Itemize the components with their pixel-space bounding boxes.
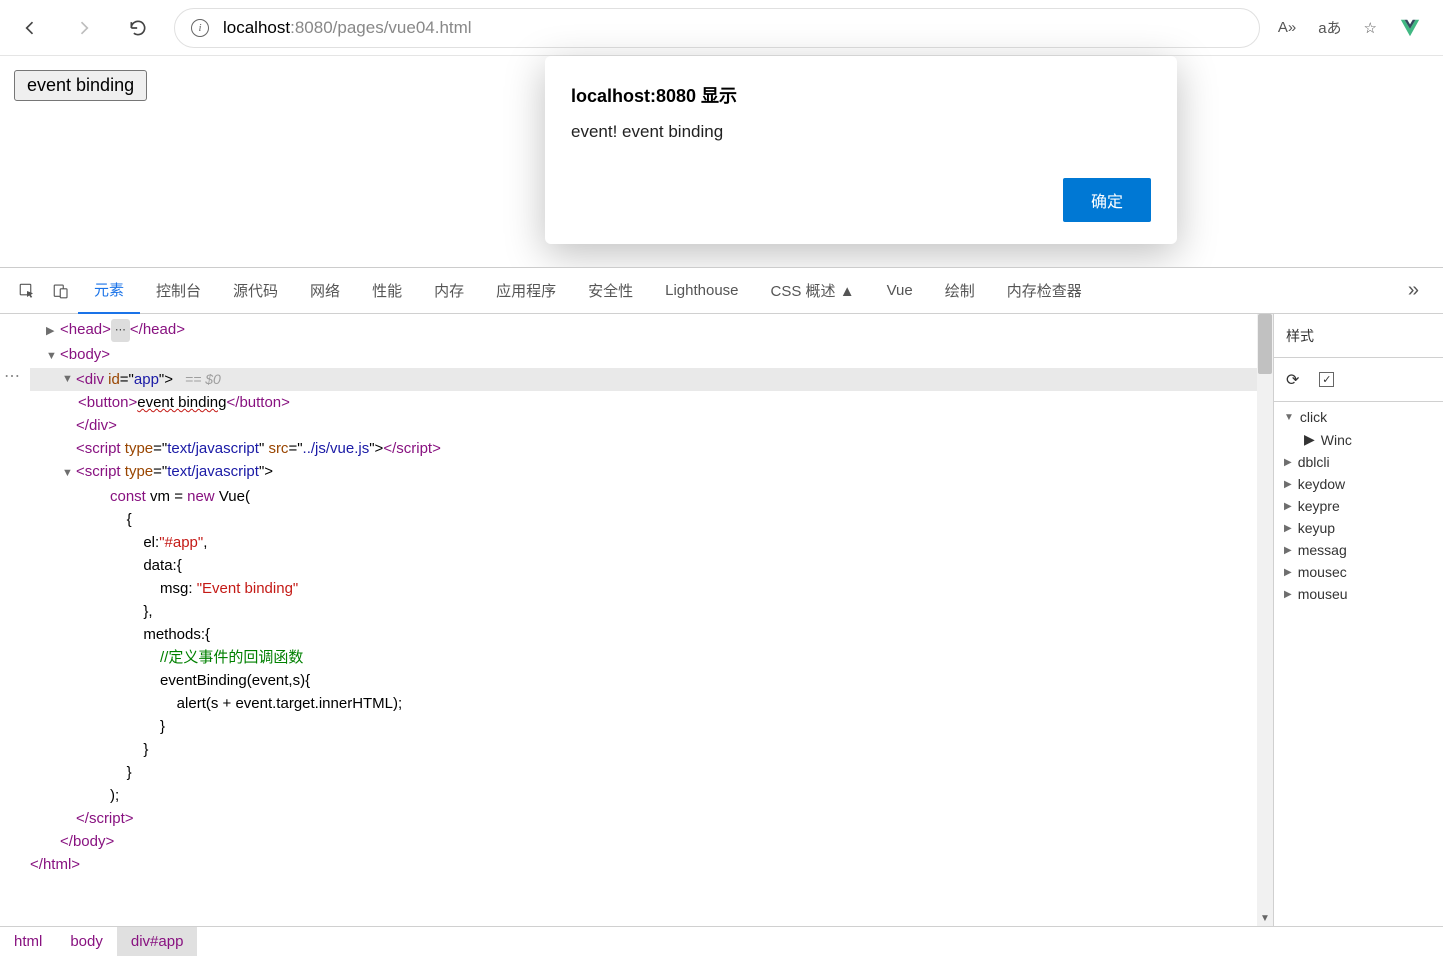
crumb-div-app[interactable]: div#app [117,927,198,956]
url-text: localhost:8080/pages/vue04.html [223,18,472,38]
back-button[interactable] [12,10,48,46]
tab-elements[interactable]: 元素 [78,268,140,314]
tab-sources[interactable]: 源代码 [217,268,294,314]
tab-lighthouse[interactable]: Lighthouse [649,268,754,314]
event-item[interactable]: ▶keyup [1274,517,1443,539]
inspect-element-icon[interactable] [10,268,44,314]
tab-network[interactable]: 网络 [294,268,356,314]
forward-button[interactable] [66,10,102,46]
favorites-icon[interactable]: ☆ [1364,19,1377,37]
tab-application[interactable]: 应用程序 [480,268,572,314]
translate-icon[interactable]: aあ [1318,17,1341,38]
event-item[interactable]: ▶messag [1274,539,1443,561]
tab-console[interactable]: 控制台 [140,268,217,314]
site-info-icon[interactable]: i [191,19,209,37]
browser-toolbar: i localhost:8080/pages/vue04.html A» aあ … [0,0,1443,56]
dom-breadcrumb: html body div#app [0,926,1443,956]
dialog-ok-button[interactable]: 确定 [1063,178,1151,222]
device-toolbar-icon[interactable] [44,268,78,314]
event-listeners-list: ▼click ▶Winc ▶dblcli ▶keydow ▶keypre ▶ke… [1274,402,1443,609]
crumb-body[interactable]: body [56,927,117,956]
event-item[interactable]: ▶keydow [1274,473,1443,495]
event-item[interactable]: ▶mousec [1274,561,1443,583]
refresh-button[interactable] [120,10,156,46]
devtools-tabs: 元素 控制台 源代码 网络 性能 内存 应用程序 安全性 Lighthouse … [0,268,1443,314]
vue-extension-icon[interactable] [1399,17,1421,39]
address-bar[interactable]: i localhost:8080/pages/vue04.html [174,8,1260,48]
tab-css-overview[interactable]: CSS 概述 ▲ [755,268,871,314]
read-aloud-icon[interactable]: A» [1278,19,1296,36]
toolbar-right-icons: A» aあ ☆ [1278,17,1431,39]
event-binding-button[interactable]: event binding [14,70,147,101]
event-item[interactable]: ▼click [1274,406,1443,428]
selected-dom-node[interactable]: ▼<div id="app">== $0 [30,368,1273,391]
tab-vue[interactable]: Vue [871,268,929,314]
tab-performance[interactable]: 性能 [356,268,418,314]
refresh-icon[interactable]: ⟳ [1286,370,1299,390]
styles-panel: 样式 ⟳ ✓ ▼click ▶Winc ▶dblcli ▶keydow ▶key… [1273,314,1443,926]
more-tabs-icon[interactable]: » [1394,279,1433,302]
devtools-panel: 元素 控制台 源代码 网络 性能 内存 应用程序 安全性 Lighthouse … [0,267,1443,956]
tab-memory[interactable]: 内存 [418,268,480,314]
alert-dialog: localhost:8080 显示 event! event binding 确… [545,56,1177,244]
event-item[interactable]: ▶mouseu [1274,583,1443,605]
ancestors-checkbox[interactable]: ✓ [1319,372,1334,387]
dialog-message: event! event binding [571,122,1151,142]
tab-rendering[interactable]: 绘制 [929,268,991,314]
side-panel-toolbar: 样式 [1274,314,1443,358]
tab-memory-inspector[interactable]: 内存检查器 [991,268,1098,314]
crumb-html[interactable]: html [0,927,56,956]
line-actions-icon[interactable]: ⋯ [4,365,22,388]
tab-security[interactable]: 安全性 [572,268,649,314]
dom-scrollbar[interactable]: ▲ ▼ [1257,314,1273,926]
event-target[interactable]: ▶Winc [1274,428,1443,451]
dialog-title: localhost:8080 显示 [571,82,1151,108]
event-item[interactable]: ▶keypre [1274,495,1443,517]
dom-tree-panel[interactable]: ⋯ ▶<head>⋯</head> ▼<body> ▼<div id="app"… [0,314,1273,926]
styles-tab[interactable]: 样式 [1286,326,1314,346]
event-item[interactable]: ▶dblcli [1274,451,1443,473]
